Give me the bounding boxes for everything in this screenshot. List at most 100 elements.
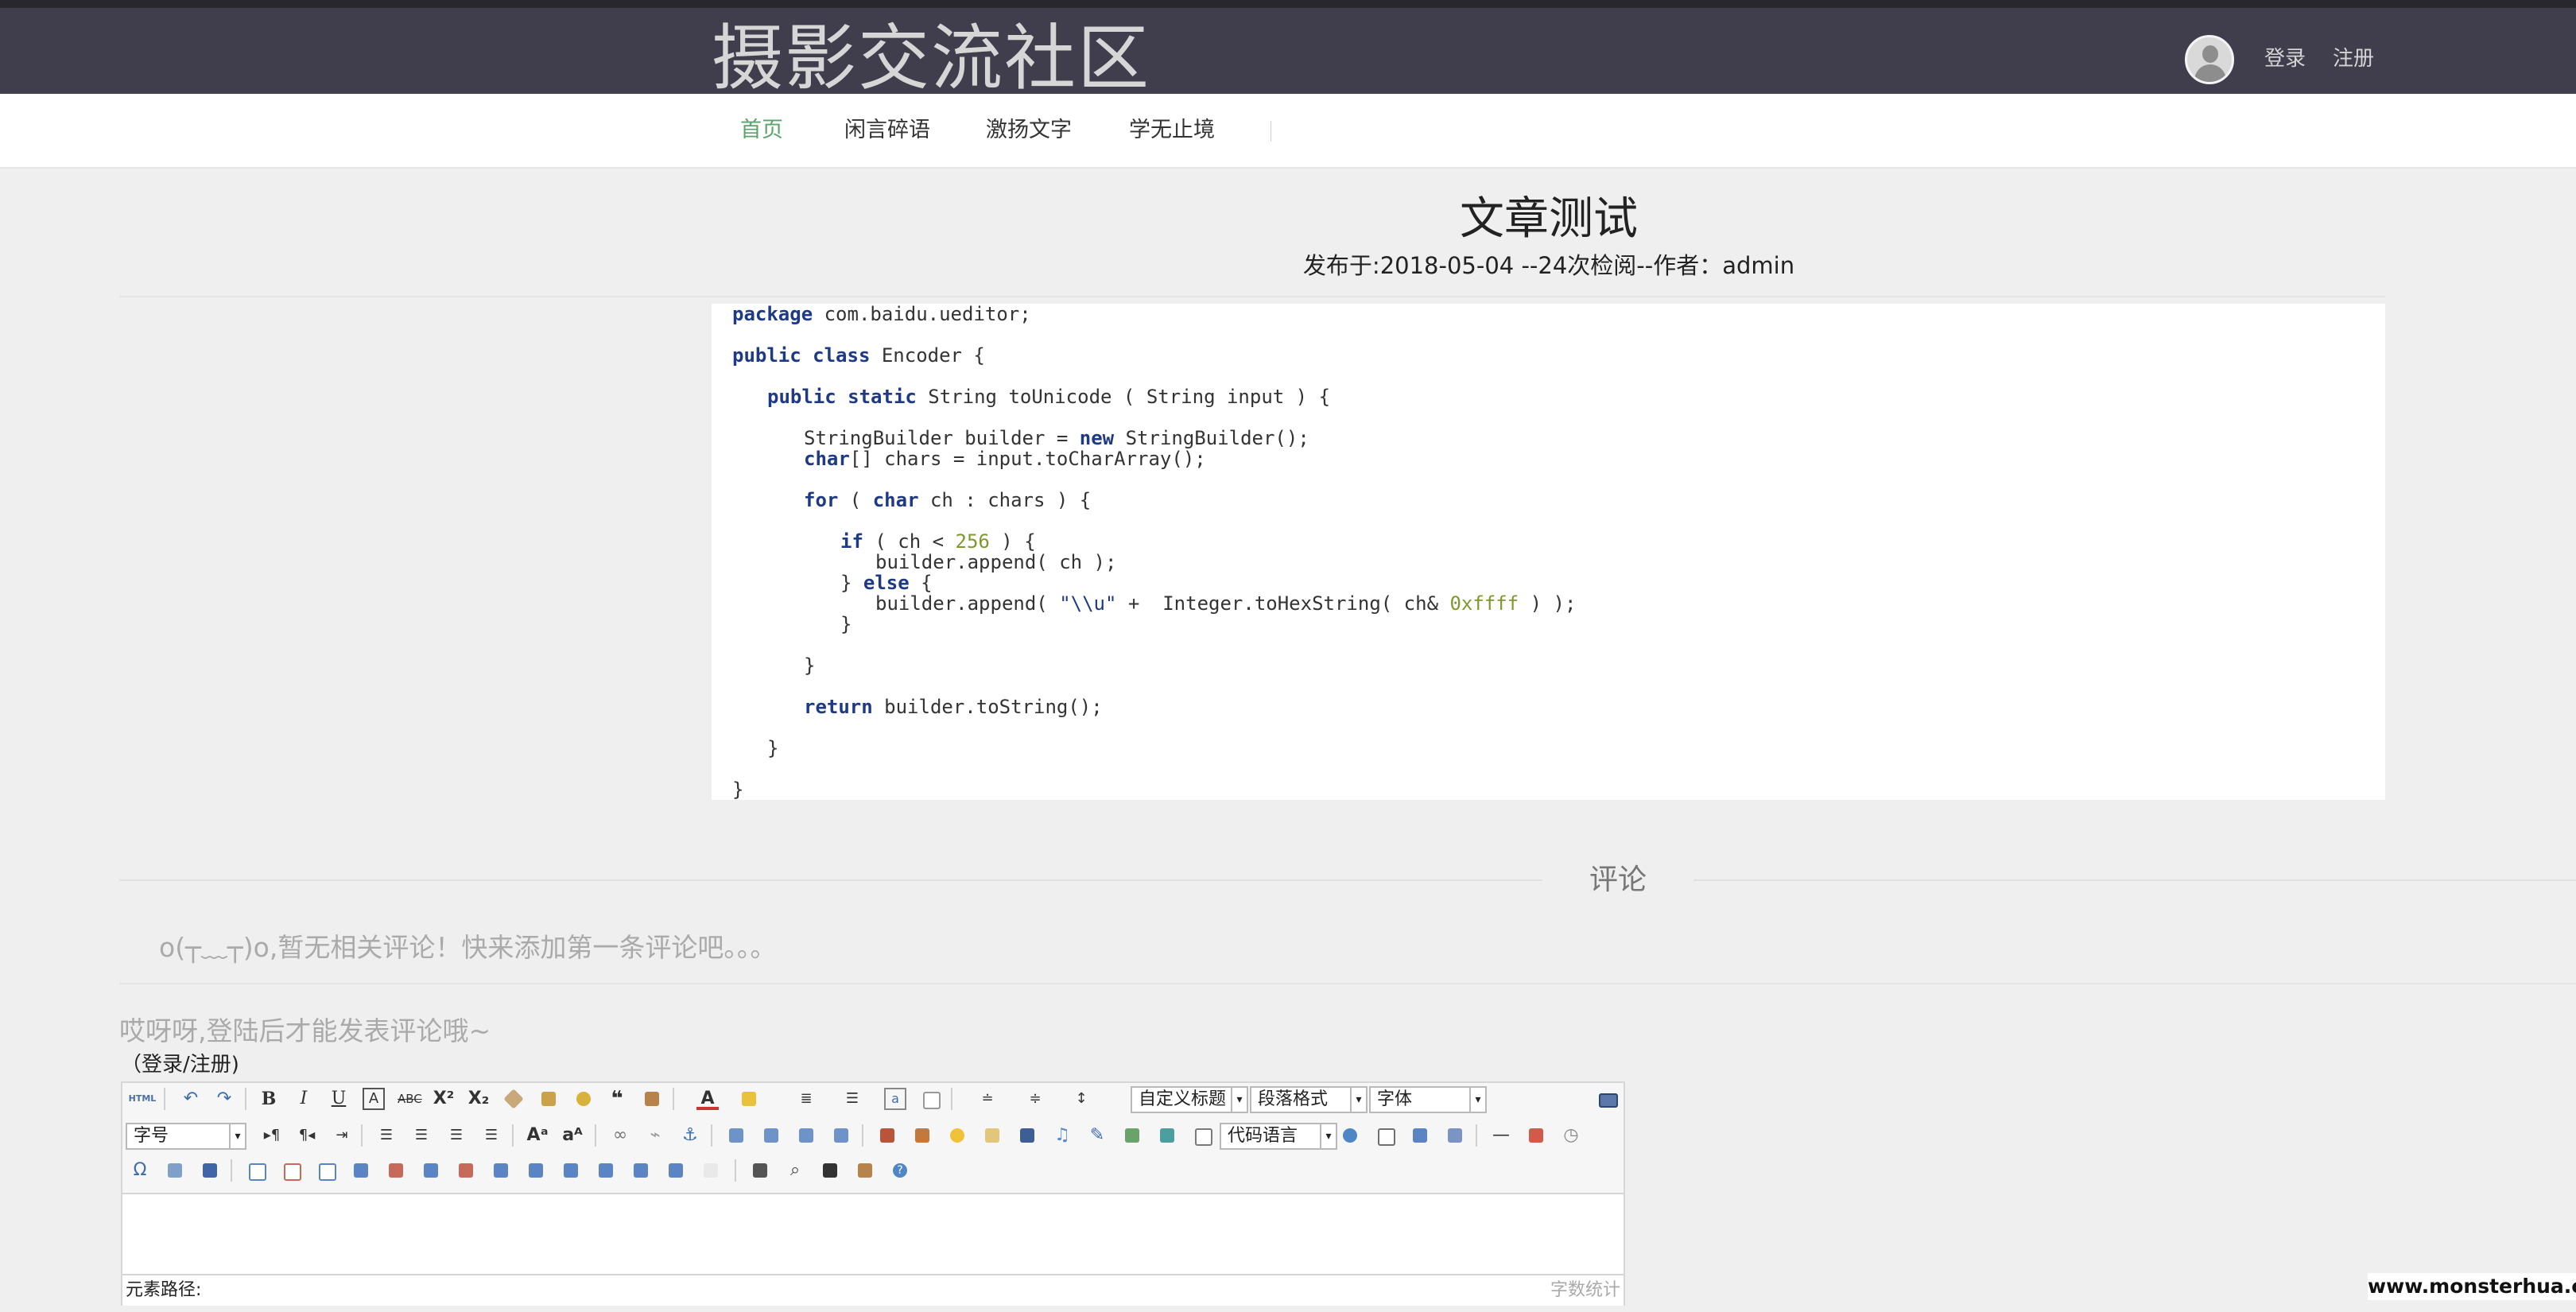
template-icon[interactable] <box>1409 1124 1431 1147</box>
charts-icon[interactable] <box>700 1159 722 1182</box>
avatar[interactable] <box>2185 35 2234 84</box>
pagebreak-icon[interactable] <box>1374 1124 1396 1147</box>
anchor-icon[interactable]: ⚓ <box>679 1124 701 1147</box>
selectall-button[interactable]: a <box>884 1088 906 1110</box>
background-icon[interactable] <box>1444 1124 1466 1147</box>
delete-table-icon[interactable] <box>280 1159 302 1182</box>
horizontal-rule-icon[interactable]: — <box>1490 1124 1512 1147</box>
link-icon[interactable]: ∞ <box>609 1124 631 1147</box>
article-meta: 发布于:2018-05-04 --24次检阅--作者：admin <box>1302 252 1795 279</box>
snapscreen-icon[interactable] <box>164 1159 186 1182</box>
time-icon[interactable]: ◷ <box>1560 1124 1582 1147</box>
login-link[interactable]: 登录 <box>2264 43 2306 75</box>
uppercase-button[interactable]: Aᵃ <box>526 1124 549 1147</box>
fullscreen-icon[interactable] <box>1595 1089 1618 1112</box>
nav-item-learning[interactable]: 学无止境 <box>1129 115 1215 146</box>
split-to-rows-icon[interactable] <box>630 1159 652 1182</box>
image-left-icon[interactable] <box>760 1124 782 1147</box>
subscript-button[interactable]: X₂ <box>467 1088 490 1110</box>
font-size-select[interactable]: 字号 ▾ <box>126 1123 246 1150</box>
pasteplain-icon[interactable] <box>641 1088 663 1110</box>
insert-row-icon[interactable] <box>350 1159 372 1182</box>
blockquote-button[interactable]: ❝ <box>606 1088 628 1110</box>
justify-center-button[interactable]: ☰ <box>410 1124 433 1147</box>
delete-row-icon[interactable] <box>385 1159 407 1182</box>
help-icon[interactable]: ? <box>889 1159 911 1182</box>
html-source-button[interactable]: HTML <box>127 1088 157 1110</box>
webapp-icon[interactable] <box>1339 1124 1361 1147</box>
eraser-icon[interactable] <box>502 1088 525 1110</box>
image-none-icon[interactable] <box>725 1124 747 1147</box>
autotypeset-icon[interactable] <box>572 1088 595 1110</box>
image-center-icon[interactable] <box>830 1124 852 1147</box>
justify-left-button[interactable]: ☰ <box>375 1124 398 1147</box>
date-icon[interactable] <box>1525 1124 1547 1147</box>
map-icon[interactable] <box>1121 1124 1143 1147</box>
preview-icon[interactable]: ⌕ <box>784 1159 806 1182</box>
superscript-button[interactable]: X² <box>433 1088 455 1110</box>
strikethrough-button[interactable]: ABC <box>398 1088 422 1110</box>
merge-right-icon[interactable] <box>525 1159 547 1182</box>
image-right-icon[interactable] <box>795 1124 817 1147</box>
nav-item-home[interactable]: 首页 <box>740 115 783 146</box>
unordered-list-button[interactable]: ☰ <box>841 1088 863 1110</box>
ltr-button[interactable]: ▸¶ <box>261 1124 283 1147</box>
toolbar-separator <box>361 1124 363 1147</box>
search-replace-icon[interactable] <box>819 1159 841 1182</box>
merge-cells-icon[interactable] <box>490 1159 512 1182</box>
lineheight-button[interactable]: ↕ <box>1070 1088 1092 1110</box>
rowspacing-bottom-button[interactable]: ≑ <box>1024 1088 1046 1110</box>
rtl-button[interactable]: ¶◂ <box>296 1124 318 1147</box>
simple-upload-icon[interactable] <box>876 1124 898 1147</box>
split-to-cells-icon[interactable] <box>595 1159 617 1182</box>
scrawl-icon[interactable] <box>981 1124 1003 1147</box>
justify-right-button[interactable]: ☰ <box>445 1124 467 1147</box>
split-to-cols-icon[interactable] <box>665 1159 687 1182</box>
redo-button[interactable]: ↷ <box>213 1088 235 1110</box>
video-icon[interactable] <box>1016 1124 1038 1147</box>
insert-col-icon[interactable] <box>420 1159 442 1182</box>
insert-table-icon[interactable] <box>245 1159 267 1182</box>
italic-button[interactable]: I <box>293 1088 315 1110</box>
print-icon[interactable] <box>749 1159 771 1182</box>
gmap-icon[interactable] <box>1156 1124 1178 1147</box>
emotion-icon[interactable] <box>946 1124 968 1147</box>
drafts-icon[interactable] <box>854 1159 876 1182</box>
insert-paragraph-before-table-icon[interactable] <box>315 1159 337 1182</box>
nav-item-writing[interactable]: 激扬文字 <box>986 115 1072 146</box>
font-family-select[interactable]: 字体 ▾ <box>1369 1086 1487 1113</box>
empty-comments-text: o(┬﹏┬)o,暂无相关评论！快来添加第一条评论吧。。。 <box>159 932 777 963</box>
format-brush-icon[interactable] <box>537 1088 560 1110</box>
register-link[interactable]: 注册 <box>2333 43 2374 75</box>
chevron-down-icon: ▾ <box>1350 1088 1366 1112</box>
fontborder-button[interactable]: A <box>363 1088 385 1110</box>
indent-button[interactable]: ⇥ <box>331 1124 353 1147</box>
spechars-icon[interactable]: Ω <box>129 1159 151 1182</box>
paragraph-format-select[interactable]: 段落格式 ▾ <box>1250 1086 1368 1113</box>
forecolor-button[interactable]: A <box>696 1088 719 1110</box>
editor-content-area[interactable] <box>122 1194 1624 1272</box>
unlink-icon[interactable]: ⌁ <box>644 1124 666 1147</box>
justify-full-button[interactable]: ☰ <box>480 1124 502 1147</box>
comment-login-link[interactable]: （登录/注册) <box>121 1050 239 1080</box>
nav-item-casual-talk[interactable]: 闲言碎语 <box>844 115 930 146</box>
lowercase-button[interactable]: aᴬ <box>561 1124 584 1147</box>
code-language-select[interactable]: 代码语言 ▾ <box>1220 1123 1337 1150</box>
insert-frame-icon[interactable] <box>1191 1124 1213 1147</box>
music-icon[interactable]: ♫ <box>1051 1124 1073 1147</box>
cleardoc-icon[interactable] <box>919 1088 941 1110</box>
bold-button[interactable]: B <box>258 1088 280 1110</box>
undo-button[interactable]: ↶ <box>180 1088 202 1110</box>
ordered-list-button[interactable]: ≣ <box>795 1088 817 1110</box>
backcolor-icon[interactable] <box>738 1088 760 1110</box>
word-count-label: 字数统计 <box>1550 1280 1620 1300</box>
custom-heading-select[interactable]: 自定义标题 ▾ <box>1131 1086 1248 1113</box>
wordimage-icon[interactable] <box>199 1159 221 1182</box>
merge-down-icon[interactable] <box>560 1159 582 1182</box>
code-line: } <box>804 654 816 677</box>
underline-button[interactable]: U <box>328 1088 350 1110</box>
attachment-icon[interactable]: ✎ <box>1086 1124 1108 1147</box>
rowspacing-top-button[interactable]: ≐ <box>976 1088 999 1110</box>
delete-col-icon[interactable] <box>455 1159 477 1182</box>
insert-image-icon[interactable] <box>911 1124 933 1147</box>
